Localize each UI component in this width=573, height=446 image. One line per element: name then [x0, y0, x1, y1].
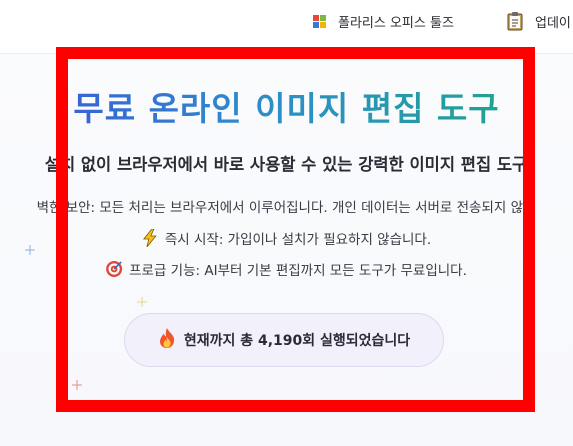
feature-instant-start-text: 즉시 시작: 가입이나 설치가 필요하지 않습니다. — [164, 232, 432, 248]
nav-update[interactable]: 업데이 — [507, 10, 571, 32]
nav-office-tools[interactable]: 폴라리스 오피스 툴즈 — [313, 10, 454, 32]
feature-pro-tools-text: 프로급 기능: AI부터 기본 편집까지 모든 도구가 무료입니다. — [129, 263, 467, 279]
feature-instant-start: 즉시 시작: 가입이나 설치가 필요하지 않습니다. — [141, 228, 431, 248]
nav-office-tools-label: 폴라리스 오피스 툴즈 — [338, 15, 454, 31]
page-title: 무료 온라인 이미지 편집 도구 — [0, 82, 573, 130]
fire-icon — [158, 327, 176, 353]
usage-counter-badge: 현재까지 총 4,190회 실행되었습니다 — [124, 313, 444, 367]
polaris-office-icon — [313, 14, 326, 28]
nav-update-label: 업데이 — [535, 15, 571, 31]
feature-security: 벽한 보안: 모든 처리는 브라우저에서 이루어집니다. 개인 데이터는 서버로… — [37, 196, 536, 216]
usage-counter-text: 현재까지 총 4,190회 실행되었습니다 — [183, 333, 411, 349]
page: 폴라리스 오피스 툴즈 업데이 무료 온라인 이미지 편집 도구 설치 없이 브… — [0, 0, 573, 446]
feature-pro-tools: 프로급 기능: AI부터 기본 편집까지 모든 도구가 무료입니다. — [105, 259, 467, 279]
feature-security-text: 벽한 보안: 모든 처리는 브라우저에서 이루어집니다. 개인 데이터는 서버로… — [36, 200, 536, 216]
clipboard-icon — [507, 11, 523, 31]
sparkle-decoration — [72, 380, 82, 390]
sparkle-decoration — [137, 297, 147, 307]
top-nav-bar: 폴라리스 오피스 툴즈 업데이 — [0, 0, 573, 54]
target-icon — [105, 260, 123, 278]
lightning-icon — [141, 229, 159, 247]
sparkle-decoration — [25, 245, 35, 255]
page-subtitle: 설치 없이 브라우저에서 바로 사용할 수 있는 강력한 이미지 편집 도구 — [44, 155, 528, 174]
